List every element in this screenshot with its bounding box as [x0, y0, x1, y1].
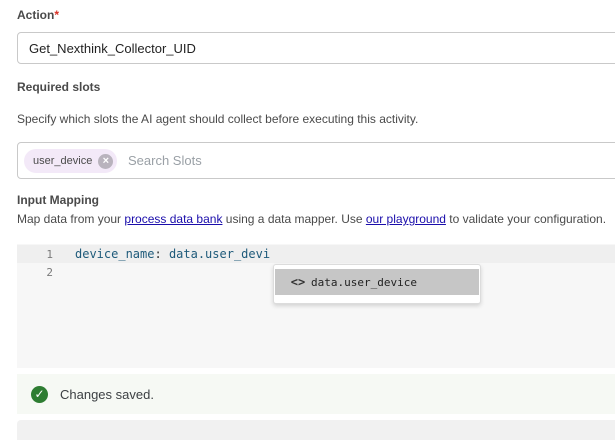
code-editor[interactable]: 1 device_name: data.user_devi 2 [17, 244, 615, 368]
playground-link[interactable]: our playground [366, 212, 446, 226]
mapping-desc-suffix: to validate your configuration. [445, 212, 607, 226]
code-line[interactable]: device_name: data.user_devi [75, 247, 270, 261]
action-input[interactable]: Get_Nexthink_Collector_UID [17, 32, 615, 64]
code-separator: : [154, 247, 169, 261]
input-mapping-label: Input Mapping [17, 193, 99, 207]
slot-chip-label: user_device [33, 155, 93, 167]
slots-field[interactable]: user_device × Search Slots [17, 142, 615, 179]
mapping-desc-middle: using a data mapper. Use [222, 212, 366, 226]
search-slots-input[interactable]: Search Slots [128, 153, 202, 168]
required-slots-description: Specify which slots the AI agent should … [17, 112, 419, 126]
code-value: data.user_devi [168, 247, 271, 261]
line-number: 1 [46, 248, 53, 261]
mapping-desc-prefix: Map data from your [17, 212, 125, 226]
code-icon: <> [290, 275, 306, 289]
check-circle-icon: ✓ [31, 385, 48, 403]
autocomplete-popup: <> data.user_device [273, 264, 481, 304]
action-label: Action* [17, 8, 59, 22]
toast-message: Changes saved. [60, 386, 154, 402]
next-panel [17, 420, 615, 440]
autocomplete-suggestion[interactable]: <> data.user_device [275, 269, 479, 295]
input-mapping-description: Map data from your process data bank usi… [17, 212, 606, 226]
required-asterisk: * [54, 8, 60, 22]
slot-chip[interactable]: user_device × [24, 149, 118, 173]
code-key: device_name [75, 247, 155, 261]
remove-chip-icon[interactable]: × [98, 153, 114, 169]
suggestion-label: data.user_device [311, 275, 417, 289]
process-data-bank-link[interactable]: process data bank [124, 212, 222, 226]
changes-saved-notice: ✓ Changes saved. [17, 374, 615, 414]
line-number: 2 [46, 266, 53, 279]
required-slots-label: Required slots [17, 80, 101, 94]
action-label-text: Action [17, 8, 55, 22]
